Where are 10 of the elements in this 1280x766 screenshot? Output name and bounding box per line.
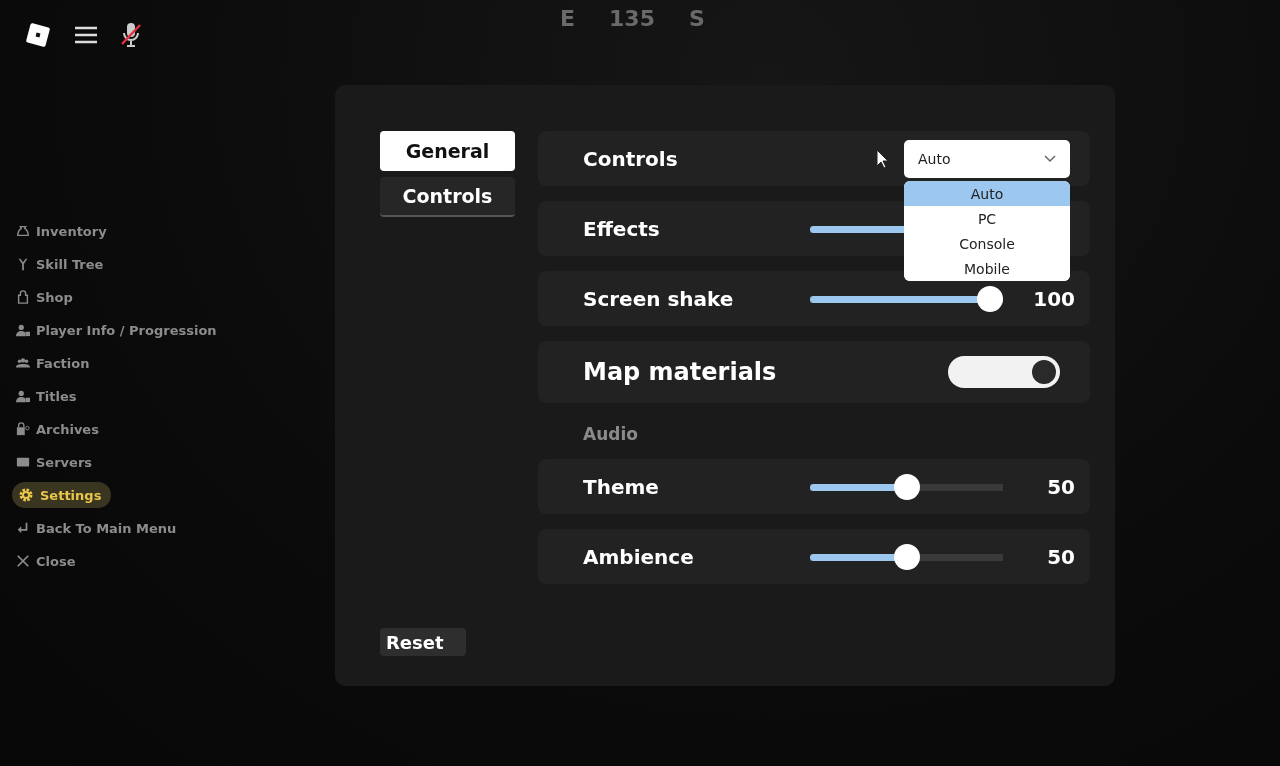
slider-value: 50 (1046, 474, 1075, 499)
setting-row: Theme 50 (538, 459, 1090, 514)
compass-label: E (560, 6, 576, 31)
setting-row: Map materials (538, 341, 1090, 403)
setting-row: Ambience 50 (538, 529, 1090, 584)
compass-label: 135 (609, 6, 655, 31)
slider-value: 50 (1046, 544, 1075, 569)
section-heading: Audio (583, 424, 639, 444)
slider-value: 100 (1032, 286, 1075, 311)
compass-label: S (688, 6, 705, 31)
